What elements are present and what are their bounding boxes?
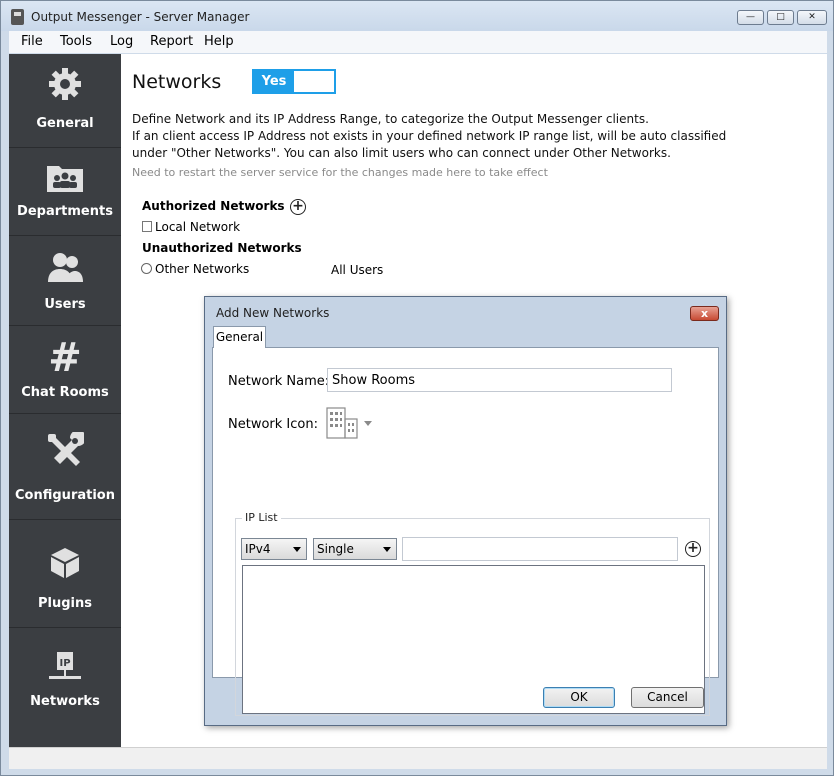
ip-mode-value: Single bbox=[317, 542, 354, 556]
tools-icon bbox=[9, 430, 121, 474]
sidebar-item-networks[interactable]: IP Networks bbox=[9, 628, 121, 747]
building-icon bbox=[326, 407, 372, 439]
sidebar-item-label: Configuration bbox=[15, 488, 115, 503]
description-line: under "Other Networks". You can also lim… bbox=[132, 146, 671, 160]
menu-report[interactable]: Report bbox=[150, 34, 193, 49]
chevron-down-icon bbox=[383, 547, 391, 552]
sidebar-item-label: Plugins bbox=[38, 596, 92, 611]
sidebar-item-plugins[interactable]: Plugins bbox=[9, 520, 121, 628]
description: Define Network and its IP Address Range,… bbox=[132, 111, 726, 162]
sidebar-item-label: Networks bbox=[30, 694, 100, 709]
unauthorized-networks-heading: Unauthorized Networks bbox=[142, 241, 302, 255]
restart-note: Need to restart the server service for t… bbox=[132, 166, 548, 179]
network-item-label: Other Networks bbox=[155, 262, 250, 276]
menu-log[interactable]: Log bbox=[110, 34, 133, 49]
dialog-close-button[interactable]: x bbox=[690, 306, 719, 321]
network-icon-picker[interactable] bbox=[326, 407, 374, 439]
toggle-on-label: Yes bbox=[254, 71, 294, 92]
ip-version-select[interactable]: IPv4 bbox=[241, 538, 307, 560]
network-name-input[interactable] bbox=[327, 368, 672, 392]
sidebar-item-chat-rooms[interactable]: # Chat Rooms bbox=[9, 326, 121, 414]
network-name-label: Network Name: bbox=[228, 374, 330, 389]
svg-text:IP: IP bbox=[59, 658, 70, 669]
sidebar-item-configuration[interactable]: Configuration bbox=[9, 414, 121, 520]
page-title: Networks bbox=[132, 71, 222, 93]
building-icon bbox=[142, 221, 152, 232]
network-item-label: Local Network bbox=[155, 220, 241, 234]
minimize-button[interactable]: — bbox=[737, 10, 764, 25]
network-icon-label: Network Icon: bbox=[228, 417, 318, 432]
sidebar-item-general[interactable]: General bbox=[9, 54, 121, 148]
folder-users-icon bbox=[9, 162, 121, 198]
sidebar-item-label: General bbox=[36, 116, 94, 131]
networks-toggle[interactable]: Yes bbox=[252, 69, 336, 94]
maximize-button[interactable]: □ bbox=[767, 10, 794, 25]
ip-version-value: IPv4 bbox=[245, 542, 271, 556]
ok-button[interactable]: OK bbox=[543, 687, 615, 708]
cancel-button[interactable]: Cancel bbox=[631, 687, 704, 708]
gear-icon bbox=[9, 66, 121, 106]
sidebar-item-departments[interactable]: Departments bbox=[9, 148, 121, 236]
users-icon bbox=[9, 250, 121, 288]
add-ip-button[interactable]: + bbox=[685, 541, 701, 557]
sidebar-item-label: Users bbox=[44, 297, 86, 312]
window-title: Output Messenger - Server Manager bbox=[31, 10, 250, 24]
menu-file[interactable]: File bbox=[21, 34, 43, 49]
add-network-dialog: Add New Networks x Network Name: Network… bbox=[204, 296, 727, 726]
ip-network-icon: IP bbox=[9, 650, 121, 688]
close-icon: x bbox=[700, 307, 709, 320]
other-networks-item[interactable]: Other Networks bbox=[141, 262, 249, 276]
ip-list-legend: IP List bbox=[242, 511, 281, 524]
description-line: If an client access IP Address not exist… bbox=[132, 129, 727, 143]
title-bar: Output Messenger - Server Manager — □ ✕ bbox=[1, 1, 833, 31]
description-line: Define Network and its IP Address Range,… bbox=[132, 112, 649, 126]
tab-general[interactable]: General bbox=[213, 326, 266, 348]
dialog-title: Add New Networks bbox=[216, 306, 330, 320]
dialog-body: Network Name: Network Icon: IP List IPv4… bbox=[212, 347, 719, 716]
sidebar-item-label: Chat Rooms bbox=[21, 385, 109, 400]
sidebar: General Departments Users # Chat Rooms C… bbox=[9, 54, 121, 747]
blocks-icon bbox=[9, 546, 121, 584]
ip-mode-select[interactable]: Single bbox=[313, 538, 397, 560]
app-icon bbox=[11, 9, 24, 25]
hash-icon: # bbox=[48, 335, 82, 381]
chevron-down-icon bbox=[293, 547, 301, 552]
close-button[interactable]: ✕ bbox=[797, 10, 827, 25]
authorized-networks-heading: Authorized Networks bbox=[142, 199, 285, 213]
sidebar-item-users[interactable]: Users bbox=[9, 236, 121, 326]
local-network-item[interactable]: Local Network bbox=[142, 220, 240, 234]
other-networks-users: All Users bbox=[331, 263, 384, 277]
menu-tools[interactable]: Tools bbox=[60, 34, 92, 49]
menu-help[interactable]: Help bbox=[204, 34, 234, 49]
status-bar bbox=[9, 747, 827, 769]
globe-icon bbox=[141, 263, 152, 274]
ip-address-input[interactable] bbox=[402, 537, 678, 561]
sidebar-item-label: Departments bbox=[17, 204, 113, 219]
menu-bar: File Tools Log Report Help bbox=[9, 31, 827, 53]
add-network-button[interactable]: + bbox=[290, 199, 306, 215]
